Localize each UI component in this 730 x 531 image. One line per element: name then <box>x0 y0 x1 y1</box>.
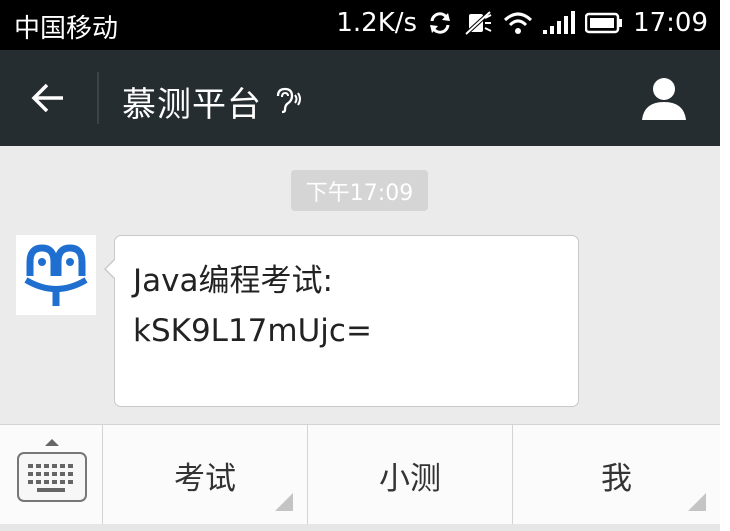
sync-icon <box>427 10 453 36</box>
menu-item-label: 小测 <box>379 460 441 497</box>
back-button[interactable] <box>22 74 74 122</box>
message-line: kSK9L17mUjc= <box>133 313 372 349</box>
carrier-label: 中国移动 <box>14 14 119 44</box>
arrow-left-icon <box>31 83 63 113</box>
message-line: Java编程考试: <box>133 263 333 299</box>
network-speed: 1.2K/s <box>336 8 418 38</box>
mooctest-logo-icon <box>24 244 88 306</box>
header-divider <box>97 72 99 124</box>
menu-item-label: 我 <box>601 460 632 497</box>
chat-area[interactable]: 下午17:09 Java编程考试: kSK9L17mUjc= <box>0 146 720 424</box>
wechat-screen: 中国移动 1.2K/s 17:09 慕测平台 下午17:09 Java编程考试:… <box>0 0 720 531</box>
screen-edge <box>720 0 730 531</box>
caret-up-icon <box>45 439 59 446</box>
avatar[interactable] <box>16 235 96 315</box>
clock: 17:09 <box>633 8 708 38</box>
menu-item-exam[interactable]: 考试 <box>103 425 308 525</box>
title-area: 慕测平台 <box>122 77 302 126</box>
ear-icon <box>272 86 302 118</box>
menu-item-quiz[interactable]: 小测 <box>308 425 513 525</box>
status-bar: 中国移动 1.2K/s 17:09 <box>0 0 720 50</box>
chat-header: 慕测平台 <box>0 50 720 146</box>
menu-item-label: 考试 <box>174 460 236 497</box>
page-title: 慕测平台 <box>122 85 262 125</box>
wifi-icon <box>503 11 533 35</box>
signal-icon <box>543 11 576 35</box>
timestamp-badge: 下午17:09 <box>291 170 428 211</box>
keyboard-toggle-button[interactable] <box>0 425 103 525</box>
profile-button[interactable] <box>640 74 688 122</box>
battery-icon <box>585 12 623 34</box>
submenu-indicator-icon <box>275 493 293 511</box>
message-bubble[interactable]: Java编程考试: kSK9L17mUjc= <box>114 235 579 407</box>
keyboard-icon <box>17 452 87 502</box>
mute-icon <box>463 10 493 36</box>
person-icon <box>642 78 686 120</box>
menu-item-me[interactable]: 我 <box>513 425 720 525</box>
bubble-tail-inner <box>106 259 116 279</box>
bottom-menu-bar: 考试 小测 我 <box>0 424 720 525</box>
status-indicators: 1.2K/s 17:09 <box>336 8 708 38</box>
bottom-edge <box>0 524 720 531</box>
submenu-indicator-icon <box>688 493 706 511</box>
